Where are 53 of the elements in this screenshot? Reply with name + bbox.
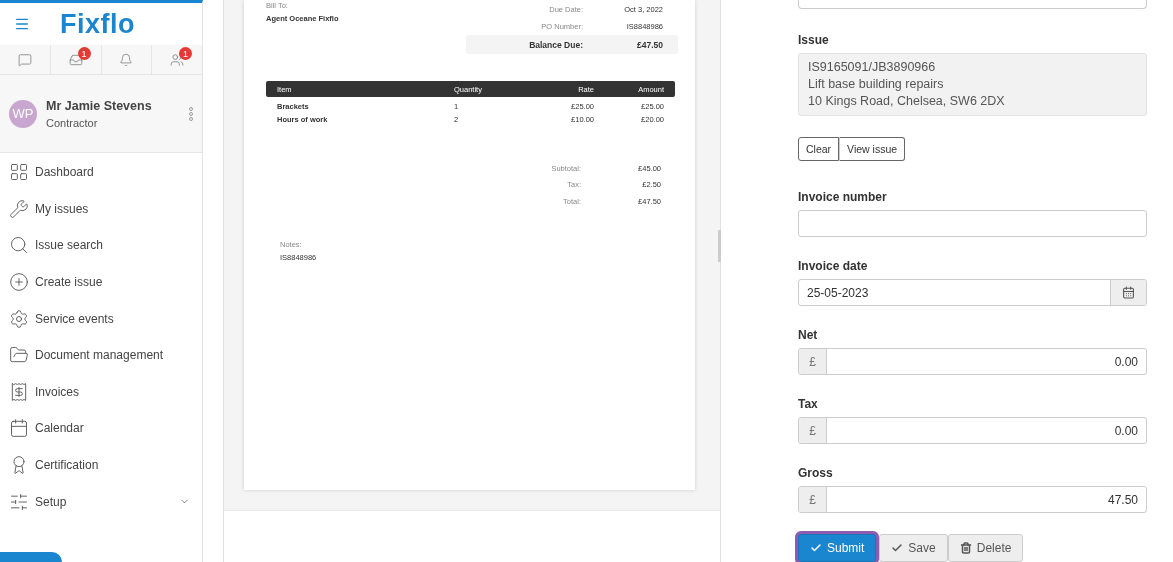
sliders-icon [9,491,29,512]
inbox-icon[interactable] [68,52,83,67]
nav-item[interactable]: Document management [0,336,202,374]
menu-icon[interactable] [14,16,30,32]
save-button[interactable]: Save [879,534,948,562]
user-name: Mr Jamie Stevens [46,98,152,113]
currency-field[interactable]: £ 0.00 [798,348,1147,375]
field-label: Tax [798,397,819,411]
people-icon[interactable] [170,52,185,67]
field-label: Invoice date [798,259,869,273]
nav-item[interactable]: Calendar [0,410,202,447]
balance-due-bar: Balance Due: £47.50 [466,35,678,54]
currency-field[interactable]: £ 0.00 [798,417,1147,444]
select-field[interactable] [798,0,1147,9]
notification-badge: 1 [179,47,193,60]
nav-item[interactable]: Issue search [0,227,202,264]
search-icon [9,235,29,256]
submit-button[interactable]: Submit [798,534,877,562]
nav-item[interactable]: Dashboard [0,154,202,191]
avatar: WP [9,99,37,128]
calendar-icon [9,418,29,439]
bell-icon[interactable] [119,52,134,67]
issue-button[interactable]: Clear [798,137,840,161]
calendar-icon[interactable] [1122,286,1135,299]
date-field[interactable]: 25-05-2023 [798,279,1147,306]
check-icon [810,542,822,554]
trash-icon [959,542,972,554]
plus-icon [9,272,29,293]
field-label: Invoice number [798,190,888,204]
nav-item[interactable]: Certification [0,446,202,484]
delete-button[interactable]: Delete [947,534,1024,562]
chat-icon[interactable] [17,52,32,67]
nav-item[interactable]: Setup [0,483,202,520]
nav-item[interactable]: Create issue [0,263,202,301]
field-label: Net [798,328,819,342]
currency-field[interactable]: £ 47.50 [798,486,1147,513]
resize-handle[interactable] [718,230,721,262]
user-role: Contractor [46,116,99,129]
wrench-icon [9,198,29,219]
gear-icon [9,308,29,329]
nav-item[interactable]: Invoices [0,373,202,411]
issue-box: IS9165091/JB3890966 Lift base building repairs 10 Kings Road, Chelsea, SW6 2DX [798,52,1147,116]
field-label: Issue [798,32,830,47]
input-field[interactable] [798,210,1147,237]
grid-icon [9,162,29,183]
receipt-icon [9,381,29,402]
check-icon [891,542,904,554]
nav-item[interactable]: Service events [0,300,202,337]
issue-button[interactable]: View issue [839,137,906,161]
field-label: Gross [798,466,834,480]
logo: Fixflo [60,8,135,40]
notification-badge: 1 [77,47,91,60]
nav-item[interactable]: My issues [0,190,202,228]
